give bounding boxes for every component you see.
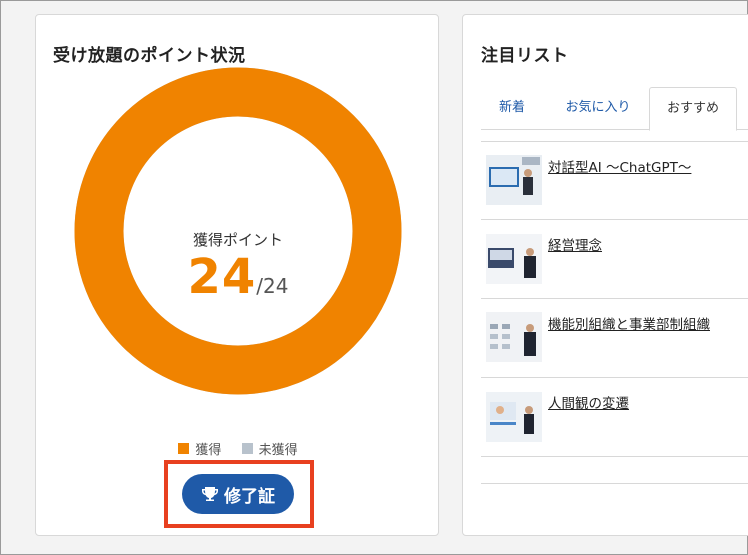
list-item-title[interactable]: 経営理念: [548, 234, 602, 254]
video-thumbnail[interactable]: [486, 234, 542, 284]
trophy-icon: [202, 487, 218, 501]
list-bottom-divider: [481, 470, 748, 484]
list-item-title[interactable]: 人間観の変遷: [548, 392, 629, 412]
certificate-button[interactable]: 修了証: [182, 474, 294, 514]
list-item[interactable]: 対話型AI ～ChatGPT～: [481, 141, 748, 220]
legend-item-unacquired: 未獲得: [241, 439, 298, 458]
watch-list-card: 注目リスト 新着 お気に入り おすすめ 対話型AI ～ChatGPT～ 経営理念…: [462, 14, 748, 536]
video-thumbnail[interactable]: [486, 155, 542, 205]
tab-new[interactable]: 新着: [481, 87, 543, 130]
points-status-card: 受け放題のポイント状況 獲得ポイント 24/24 獲得 未獲得 修了証: [35, 14, 439, 536]
video-thumbnail[interactable]: [486, 392, 542, 442]
list-item[interactable]: 経営理念: [481, 220, 748, 299]
watch-tabs: 新着 お気に入り おすすめ: [481, 87, 748, 131]
list-item[interactable]: 人間観の変遷: [481, 378, 748, 457]
points-card-title: 受け放題のポイント状況: [53, 46, 246, 66]
chart-legend: 獲得 未獲得: [36, 439, 440, 458]
legend-item-acquired: 獲得: [178, 439, 221, 458]
watch-list: 対話型AI ～ChatGPT～ 経営理念 機能別組織と事業部制組織 人間観の変遷: [481, 141, 748, 457]
watch-card-title: 注目リスト: [481, 46, 569, 66]
points-total-value: /24: [256, 274, 289, 298]
certificate-button-label: 修了証: [224, 486, 275, 507]
points-label: 獲得ポイント: [192, 231, 283, 249]
points-acquired-value: 24: [187, 249, 257, 305]
legend-label-acquired: 獲得: [195, 443, 222, 458]
tab-recommended[interactable]: おすすめ: [649, 87, 737, 131]
list-item-title[interactable]: 対話型AI ～ChatGPT～: [548, 156, 691, 176]
legend-swatch-unacquired: [241, 443, 253, 454]
video-thumbnail[interactable]: [486, 312, 542, 362]
legend-swatch-acquired: [178, 443, 190, 454]
tab-favorites[interactable]: お気に入り: [545, 87, 651, 130]
points-value-row: 24/24: [36, 249, 440, 305]
list-item[interactable]: 機能別組織と事業部制組織: [481, 299, 748, 378]
legend-label-unacquired: 未獲得: [258, 443, 298, 458]
list-item-title[interactable]: 機能別組織と事業部制組織: [548, 313, 710, 333]
